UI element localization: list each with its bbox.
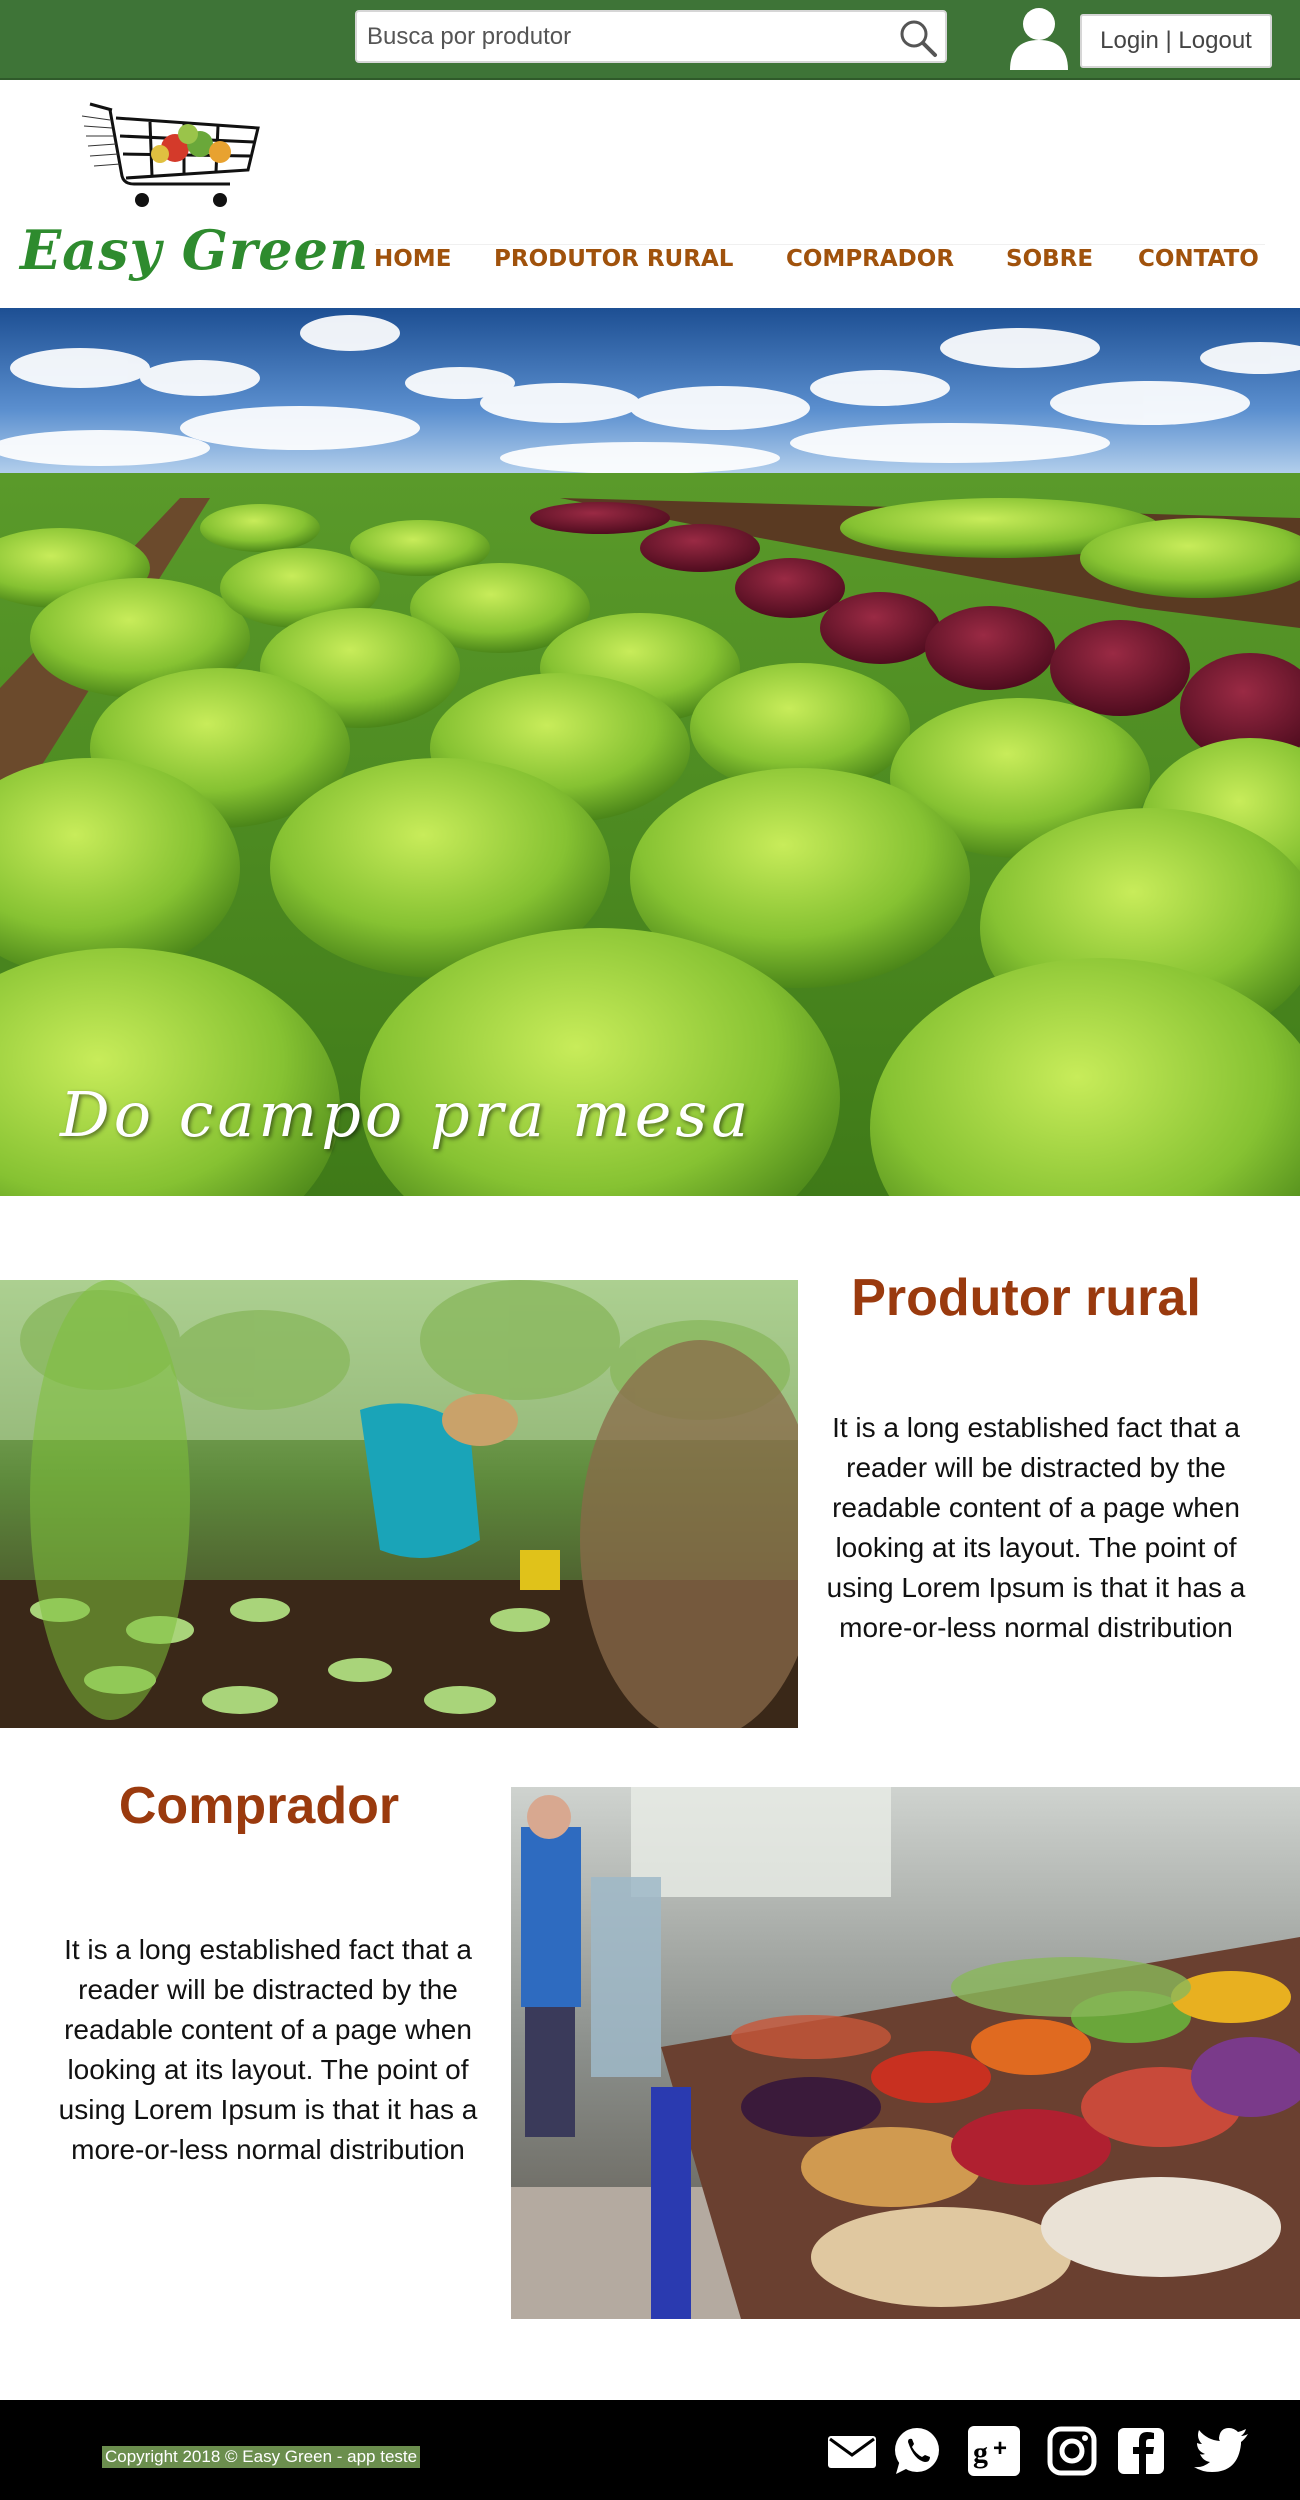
copyright-text: Copyright 2018 © Easy Green - app teste [102,2446,421,2468]
user-icon[interactable] [1008,4,1070,70]
nav-produtor-rural[interactable]: PRODUTOR RURAL [494,246,733,272]
search-box [355,10,947,63]
instagram-icon[interactable] [1042,2422,1102,2480]
lettuce-field-image [0,308,1300,1196]
twitter-icon[interactable] [1192,2422,1252,2480]
nav-home[interactable]: HOME [374,246,451,272]
site-header: Easy Green HOME PRODUTOR RURAL COMPRADOR… [0,80,1300,308]
produtor-title: Produtor rural [851,1269,1201,1327]
login-logout-button[interactable]: Login | Logout [1080,14,1272,68]
hero-caption: Do campo pra mesa [60,1078,753,1151]
nav-comprador[interactable]: COMPRADOR [786,246,954,272]
svg-text:+: + [993,2435,1007,2462]
comprador-text: It is a long established fact that a rea… [58,1934,478,2165]
email-icon[interactable] [822,2422,882,2480]
comprador-title: Comprador [118,1777,400,1835]
nav-separator [375,244,1265,245]
top-bar: Login | Logout [0,0,1300,80]
cart-logo-icon[interactable] [80,96,270,236]
nav-sobre[interactable]: SOBRE [1006,246,1093,272]
nav-contato[interactable]: CONTATO [1138,246,1259,272]
google-plus-icon[interactable]: g + [964,2422,1024,2480]
facebook-icon[interactable] [1112,2422,1172,2480]
comprador-image [511,1787,1300,2319]
search-input[interactable] [367,12,887,61]
whatsapp-icon[interactable] [886,2422,946,2480]
main-nav: HOME PRODUTOR RURAL COMPRADOR SOBRE CONT… [0,246,1300,286]
search-icon[interactable] [897,17,939,59]
produtor-image [0,1280,798,1728]
produtor-text: It is a long established fact that a rea… [826,1412,1246,1643]
site-footer: Copyright 2018 © Easy Green - app teste … [0,2400,1300,2500]
svg-text:g: g [973,2436,988,2469]
hero-banner: Do campo pra mesa [0,308,1300,1196]
